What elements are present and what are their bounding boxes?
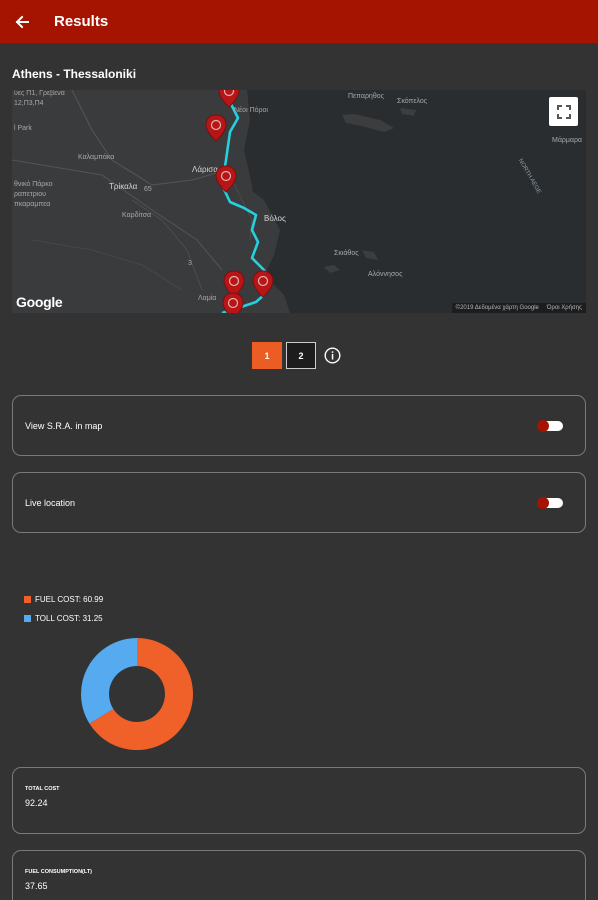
legend-item: TOLL COST: 31.25 (24, 609, 103, 628)
map-label: Τρίκαλα (109, 182, 138, 191)
map-label: Καρδίτσα (122, 212, 152, 219)
stat-value: 37.65 (25, 881, 48, 891)
map-attribution: ©2019 Δεδομένα χάρτη Google Όροι Χρήσης (451, 303, 586, 313)
map-pin-icon[interactable] (205, 114, 227, 142)
toggle-label: Live location (25, 497, 76, 508)
map-label: Καλαμπάκα (78, 154, 115, 161)
map-pin-icon[interactable] (215, 165, 237, 193)
map-label: Σκόπελος (397, 98, 428, 105)
legend-swatch (24, 596, 31, 603)
map-label: 65 (144, 186, 152, 193)
page-button-1[interactable]: 1 (252, 342, 282, 369)
toggle-row-sra: View S.R.A. in map (12, 395, 586, 456)
terms-link[interactable]: Όροι Χρήσης (547, 305, 582, 311)
route-title: Athens - Thessaloniki (12, 67, 137, 81)
app-bar: Results (0, 0, 598, 43)
toggle-thumb (537, 419, 549, 432)
map-background (12, 90, 416, 313)
stat-label: FUEL CONSUMPTION(lt) (25, 869, 93, 875)
sra-toggle[interactable] (537, 419, 565, 432)
map-label: θνικό Πάρκο (14, 181, 53, 188)
map-label: Βόλος (264, 214, 286, 223)
stat-label: TOTAL COST (25, 786, 60, 792)
stat-value: 92.24 (25, 798, 48, 808)
map-pin-icon[interactable] (252, 270, 274, 298)
map-label: 12,Π3,Π4 (14, 100, 44, 107)
fuel-consumption-card: FUEL CONSUMPTION(lt) 37.65 (12, 850, 586, 900)
attribution-text: ©2019 Δεδομένα χάρτη Google (455, 305, 539, 311)
google-logo: Google (16, 294, 63, 310)
cost-donut-chart (81, 638, 193, 750)
map-label: Αλόννησος (368, 271, 403, 278)
toggle-label: View S.R.A. in map (25, 420, 103, 431)
map-label: Πεπαρηθος (348, 93, 384, 100)
legend-label: FUEL COST: 60.99 (35, 595, 104, 604)
page-title: Results (54, 13, 109, 30)
fullscreen-button[interactable] (549, 97, 578, 126)
info-icon[interactable] (324, 347, 341, 364)
live-location-toggle[interactable] (537, 496, 565, 509)
legend-label: TOLL COST: 31.25 (35, 614, 103, 623)
fullscreen-icon (556, 104, 571, 119)
toggle-row-live-location: Live location (12, 472, 586, 533)
route-pager: 1 2 (252, 342, 341, 369)
map-pin-icon[interactable] (222, 292, 244, 313)
map-label: l Park (14, 125, 32, 132)
map-pin-icon[interactable] (218, 90, 240, 108)
toggle-thumb (537, 496, 549, 509)
map-label: Λάρισα (192, 165, 218, 174)
page-button-2[interactable]: 2 (286, 342, 316, 369)
map-label: Λαμία (198, 295, 217, 302)
map-label: πκαραμπεα (14, 201, 51, 208)
back-button[interactable] (0, 0, 44, 43)
arrow-left-icon (15, 15, 29, 28)
map-label: Σκιάθος (334, 250, 359, 257)
map-label: 3 (188, 260, 192, 267)
total-cost-card: TOTAL COST 92.24 (12, 767, 586, 834)
map-label: ραπετριου (14, 191, 47, 198)
chart-legend: FUEL COST: 60.99 TOLL COST: 31.25 (24, 590, 103, 628)
donut-slice-toll-cost (81, 638, 137, 724)
map-label: Μάρμαρα (552, 137, 582, 144)
legend-swatch (24, 615, 31, 622)
map-label: ύες Π1, Γρεβενά (14, 90, 65, 97)
legend-item: FUEL COST: 60.99 (24, 590, 103, 609)
route-map[interactable]: ύες Π1, Γρεβενά 12,Π3,Π4 l Park Καλαμπάκ… (12, 90, 586, 313)
map-label: Νέοι Πόροι (234, 107, 268, 114)
